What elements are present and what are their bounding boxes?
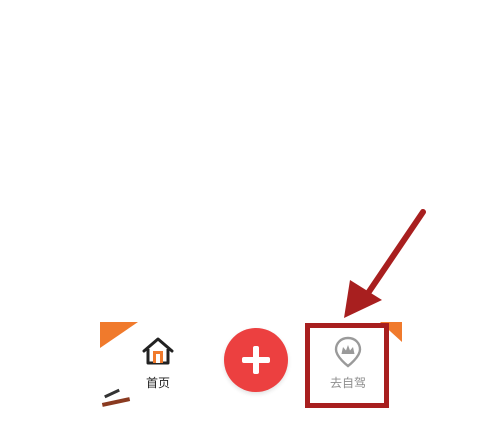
app-screen: 首页 去自驾 xyxy=(0,0,488,426)
annotation-arrow xyxy=(344,209,426,318)
